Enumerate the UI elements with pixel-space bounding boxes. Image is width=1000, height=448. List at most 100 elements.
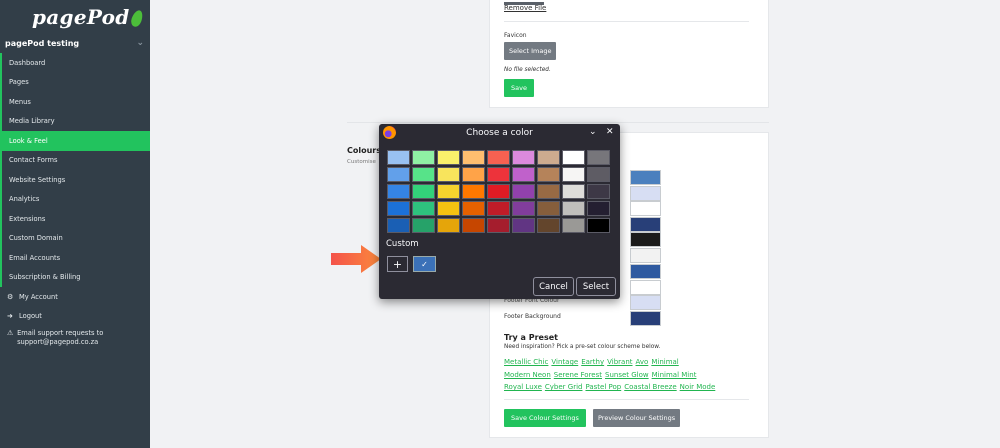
palette-color-cell[interactable] [387, 200, 411, 217]
colour-swatch[interactable] [630, 201, 661, 216]
sidebar-item-my-account[interactable]: ⚙ My Account [0, 287, 150, 307]
preset-serene-forest[interactable]: Serene Forest [554, 371, 602, 379]
site-selector[interactable]: pagePod testing ⌄ [0, 34, 150, 52]
palette-color-cell[interactable] [411, 166, 436, 183]
palette-color-cell[interactable] [511, 183, 536, 200]
palette-color-cell[interactable] [461, 183, 486, 200]
palette-color-cell[interactable] [436, 183, 461, 200]
colour-swatch[interactable] [630, 280, 661, 295]
palette-color-cell[interactable] [486, 150, 511, 166]
palette-color-cell[interactable] [461, 166, 486, 183]
sidebar-item-logout[interactable]: ➜ Logout [0, 307, 150, 327]
palette-color-cell[interactable] [511, 200, 536, 217]
remove-file-link[interactable]: Remove File [504, 4, 546, 12]
sidebar-item-email-accounts[interactable]: Email Accounts [0, 248, 150, 268]
save-colour-settings-button[interactable]: Save Colour Settings [504, 409, 586, 427]
colour-swatch[interactable] [630, 232, 661, 247]
custom-color-swatch[interactable]: ✓ [413, 256, 436, 272]
palette-color-cell[interactable] [511, 166, 536, 183]
palette-color-cell[interactable] [586, 166, 611, 183]
palette-color-cell[interactable] [411, 200, 436, 217]
preset-earthy[interactable]: Earthy [581, 358, 604, 366]
sidebar-item-dashboard[interactable]: Dashboard [0, 53, 150, 73]
palette-color-cell[interactable] [387, 150, 411, 166]
colour-swatch[interactable] [630, 311, 661, 326]
palette-color-cell[interactable] [486, 183, 511, 200]
palette-color-cell[interactable] [411, 217, 436, 234]
palette-color-cell[interactable] [387, 166, 411, 183]
close-icon[interactable]: ✕ [606, 127, 614, 137]
sidebar-item-menus[interactable]: Menus [0, 92, 150, 112]
add-custom-color-button[interactable]: + [387, 256, 408, 272]
colour-swatch[interactable] [630, 217, 661, 232]
sidebar-item-website-settings[interactable]: Website Settings [0, 170, 150, 190]
preset-modern-neon[interactable]: Modern Neon [504, 371, 551, 379]
palette-color-cell[interactable] [411, 183, 436, 200]
save-button[interactable]: Save [504, 79, 534, 97]
palette-color-cell[interactable] [387, 217, 411, 234]
preset-noir-mode[interactable]: Noir Mode [680, 383, 716, 391]
palette-color-cell[interactable] [586, 200, 611, 217]
preset-vintage[interactable]: Vintage [551, 358, 578, 366]
palette-color-cell[interactable] [586, 217, 611, 234]
chevron-down-icon[interactable]: ⌄ [589, 127, 597, 137]
palette-color-cell[interactable] [436, 166, 461, 183]
logo[interactable]: pagePod [0, 0, 150, 34]
palette-color-cell[interactable] [387, 183, 411, 200]
palette-color-cell[interactable] [411, 150, 436, 166]
preset-vibrant[interactable]: Vibrant [607, 358, 632, 366]
palette-color-cell[interactable] [561, 150, 586, 166]
palette-color-cell[interactable] [536, 166, 561, 183]
sidebar-item-extensions[interactable]: Extensions [0, 209, 150, 229]
preset-coastal-breeze[interactable]: Coastal Breeze [624, 383, 676, 391]
preset-avo[interactable]: Avo [636, 358, 649, 366]
palette-color-cell[interactable] [561, 200, 586, 217]
palette-color-cell[interactable] [511, 150, 536, 166]
preset-royal-luxe[interactable]: Royal Luxe [504, 383, 542, 391]
palette-color-cell[interactable] [586, 183, 611, 200]
palette-color-cell[interactable] [486, 200, 511, 217]
preset-metallic-chic[interactable]: Metallic Chic [504, 358, 548, 366]
preset-sunset-glow[interactable]: Sunset Glow [605, 371, 649, 379]
palette-color-cell[interactable] [536, 150, 561, 166]
sidebar-item-contact-forms[interactable]: Contact Forms [0, 150, 150, 170]
select-button[interactable]: Select [576, 277, 616, 296]
sidebar-item-custom-domain[interactable]: Custom Domain [0, 228, 150, 248]
palette-color-cell[interactable] [561, 166, 586, 183]
logout-icon: ➜ [7, 312, 13, 321]
palette-color-cell[interactable] [586, 150, 611, 166]
colour-swatch[interactable] [630, 186, 661, 201]
sidebar-item-analytics[interactable]: Analytics [0, 189, 150, 209]
palette-color-cell[interactable] [486, 166, 511, 183]
preset-links: Metallic Chic Vintage Earthy Vibrant Avo Mini… [504, 356, 718, 394]
palette-color-cell[interactable] [536, 217, 561, 234]
preview-colour-settings-button[interactable]: Preview Colour Settings [593, 409, 681, 427]
palette-color-cell[interactable] [511, 217, 536, 234]
palette-color-cell[interactable] [461, 200, 486, 217]
palette-color-cell[interactable] [436, 217, 461, 234]
preset-minimal-mint[interactable]: Minimal Mint [652, 371, 697, 379]
colour-swatch[interactable] [630, 295, 661, 310]
palette-color-cell[interactable] [461, 217, 486, 234]
colour-swatch[interactable] [630, 170, 661, 185]
palette-color-cell[interactable] [536, 200, 561, 217]
custom-label: Custom [386, 239, 419, 249]
palette-color-cell[interactable] [561, 217, 586, 234]
preset-pastel-pop[interactable]: Pastel Pop [585, 383, 621, 391]
select-image-button[interactable]: Select Image [504, 42, 557, 60]
palette-color-cell[interactable] [561, 183, 586, 200]
palette-color-cell[interactable] [486, 217, 511, 234]
palette-color-cell[interactable] [461, 150, 486, 166]
preset-cyber-grid[interactable]: Cyber Grid [545, 383, 583, 391]
preset-minimal[interactable]: Minimal [651, 358, 678, 366]
sidebar-item-media-library[interactable]: Media Library [0, 111, 150, 131]
palette-color-cell[interactable] [436, 200, 461, 217]
sidebar-item-subscription-billing[interactable]: Subscription & Billing [0, 267, 150, 287]
sidebar-item-pages[interactable]: Pages [0, 72, 150, 92]
colour-swatch[interactable] [630, 264, 661, 279]
sidebar-item-look-and-feel[interactable]: Look & Feel [0, 131, 150, 151]
palette-color-cell[interactable] [436, 150, 461, 166]
colour-swatch[interactable] [630, 248, 661, 263]
cancel-button[interactable]: Cancel [533, 277, 574, 296]
palette-color-cell[interactable] [536, 183, 561, 200]
